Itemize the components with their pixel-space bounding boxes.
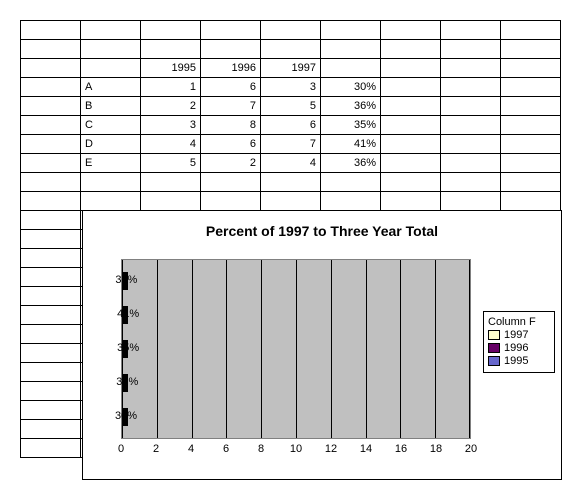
chart-legend: Column F 1997 1996 1995 [483, 311, 555, 373]
data-label: 36% [115, 274, 137, 286]
cell[interactable]: 1 [141, 78, 201, 97]
cell[interactable]: 2 [141, 97, 201, 116]
cell[interactable]: 8 [201, 116, 261, 135]
x-tick: 4 [188, 443, 194, 455]
cell[interactable]: 30% [321, 78, 381, 97]
row-label[interactable]: E [81, 154, 141, 173]
data-label: 41% [117, 308, 139, 320]
cell[interactable]: 6 [201, 135, 261, 154]
cell[interactable]: 3 [261, 78, 321, 97]
cell[interactable]: 4 [261, 154, 321, 173]
chart-object[interactable]: Percent of 1997 to Three Year Total E D … [82, 210, 562, 480]
cell[interactable]: 35% [321, 116, 381, 135]
cell[interactable]: 36% [321, 97, 381, 116]
legend-label: 1997 [504, 329, 528, 341]
cell[interactable]: 5 [141, 154, 201, 173]
spreadsheet-area: 1995 1996 1997 A 1 6 3 30% B 2 7 5 36% C [20, 20, 565, 480]
row-label[interactable]: B [81, 97, 141, 116]
legend-swatch-icon [488, 330, 500, 340]
cell[interactable]: 6 [261, 116, 321, 135]
cell[interactable]: 41% [321, 135, 381, 154]
col-header[interactable]: 1995 [141, 59, 201, 78]
cell[interactable]: 36% [321, 154, 381, 173]
col-header[interactable]: 1997 [261, 59, 321, 78]
cell[interactable]: 6 [201, 78, 261, 97]
x-tick: 2 [153, 443, 159, 455]
cell[interactable]: 5 [261, 97, 321, 116]
x-tick: 10 [290, 443, 302, 455]
chart-title: Percent of 1997 to Three Year Total [83, 223, 561, 239]
legend-title: Column F [488, 316, 550, 328]
cell[interactable]: 4 [141, 135, 201, 154]
data-label: 30% [115, 410, 137, 422]
row-label[interactable]: D [81, 135, 141, 154]
x-tick: 6 [223, 443, 229, 455]
cell[interactable]: 2 [201, 154, 261, 173]
legend-swatch-icon [488, 356, 500, 366]
cell[interactable]: 7 [201, 97, 261, 116]
x-tick: 16 [395, 443, 407, 455]
data-label: 35% [117, 342, 139, 354]
plot-area: 36% 41% 35% 36% [121, 259, 471, 439]
legend-label: 1996 [504, 342, 528, 354]
cell[interactable]: 7 [261, 135, 321, 154]
legend-swatch-icon [488, 343, 500, 353]
row-label[interactable]: C [81, 116, 141, 135]
col-header[interactable]: 1996 [201, 59, 261, 78]
cell[interactable]: 3 [141, 116, 201, 135]
x-tick: 14 [360, 443, 372, 455]
x-tick: 18 [430, 443, 442, 455]
x-tick: 20 [465, 443, 477, 455]
x-tick: 0 [118, 443, 124, 455]
x-tick: 8 [258, 443, 264, 455]
row-label[interactable]: A [81, 78, 141, 97]
legend-label: 1995 [504, 355, 528, 367]
x-tick: 12 [325, 443, 337, 455]
data-label: 36% [116, 376, 138, 388]
